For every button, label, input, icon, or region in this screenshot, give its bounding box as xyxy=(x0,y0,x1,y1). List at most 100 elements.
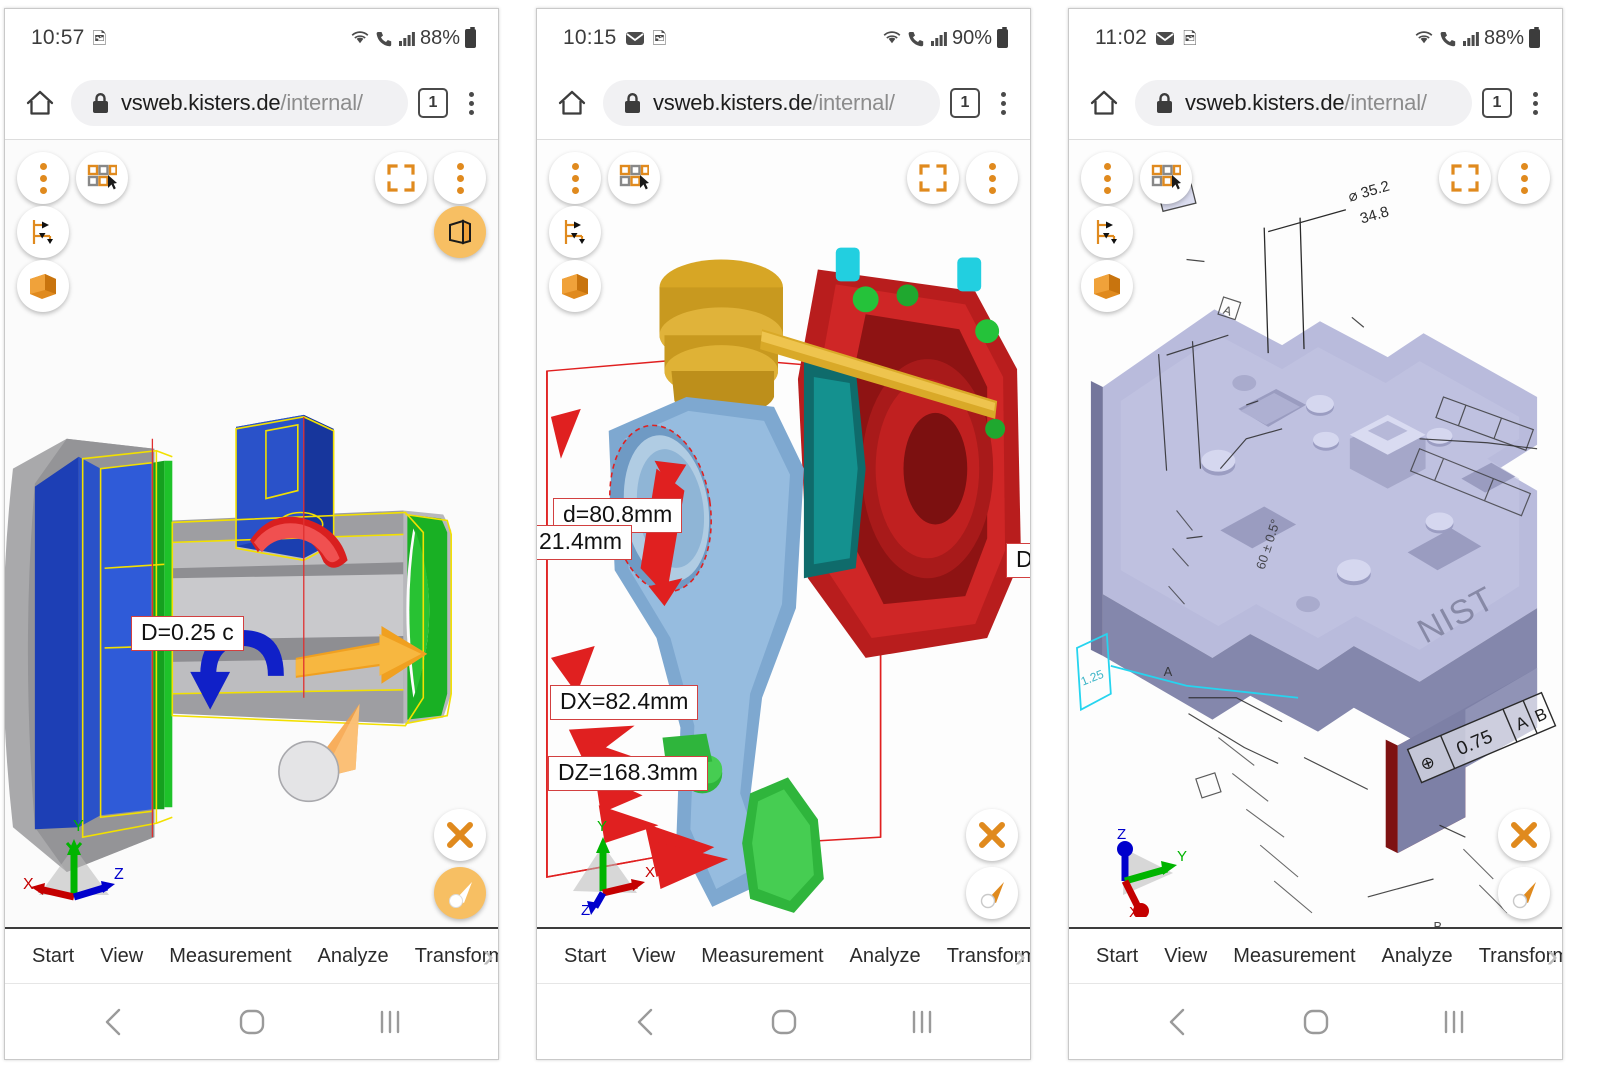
chevron-right-icon[interactable]: › xyxy=(1015,939,1026,973)
tab-counter-button[interactable]: 1 xyxy=(950,88,980,118)
fullscreen-button[interactable] xyxy=(907,152,959,204)
home-icon[interactable] xyxy=(1083,82,1125,124)
lock-icon xyxy=(1155,92,1174,115)
status-right-group: 88% xyxy=(1414,27,1540,50)
status-right-group: 88% xyxy=(350,27,476,50)
ribbon-tab-start[interactable]: Start xyxy=(551,945,619,968)
url-host: vsweb.kisters.de xyxy=(121,90,280,115)
image-icon: 🖻 xyxy=(93,30,107,47)
url-path: /internal/ xyxy=(280,90,362,115)
battery-percent: 88% xyxy=(1484,27,1524,50)
home-icon[interactable] xyxy=(551,82,593,124)
explode-tree-icon xyxy=(28,217,58,247)
pick-tool-button[interactable] xyxy=(966,867,1018,919)
back-chevron-icon[interactable] xyxy=(101,1007,127,1037)
address-bar[interactable]: vsweb.kisters.de/internal/ xyxy=(71,80,408,126)
section-plane-button[interactable] xyxy=(434,206,486,258)
home-circle-icon[interactable] xyxy=(1302,1008,1330,1036)
ribbon-tab-measurement[interactable]: Measurement xyxy=(688,945,836,968)
selection-mode-button[interactable] xyxy=(76,152,128,204)
ribbon-tab-start[interactable]: Start xyxy=(19,945,87,968)
back-chevron-icon[interactable] xyxy=(1165,1007,1191,1037)
viewer-more-button[interactable] xyxy=(966,152,1018,204)
ribbon-menu-2: Start View Measurement Analyze Transform… xyxy=(537,927,1030,983)
chevron-right-icon[interactable]: › xyxy=(483,939,494,973)
close-measurement-button[interactable] xyxy=(434,809,486,861)
back-chevron-icon[interactable] xyxy=(633,1007,659,1037)
axis-label-x: X xyxy=(23,876,34,893)
selection-mode-button[interactable] xyxy=(608,152,660,204)
axis-gizmo[interactable]: X Y Z xyxy=(19,817,129,917)
ribbon-tab-analyze[interactable]: Analyze xyxy=(1369,945,1466,968)
ribbon-tab-measurement[interactable]: Measurement xyxy=(1220,945,1368,968)
tab-counter-button[interactable]: 1 xyxy=(418,88,448,118)
recent-apps-icon[interactable] xyxy=(1441,1009,1467,1035)
close-measurement-button[interactable] xyxy=(1498,809,1550,861)
viewer-canvas-2[interactable]: d=80.8mm 21.4mm DX=82.4mm DZ=168.3mm D xyxy=(537,139,1030,927)
android-nav-bar-1 xyxy=(5,983,498,1059)
close-measurement-button[interactable] xyxy=(966,809,1018,861)
model-view-button[interactable] xyxy=(549,260,601,312)
explode-view-button[interactable] xyxy=(17,206,69,258)
pick-tool-button[interactable] xyxy=(1498,867,1550,919)
ribbon-tab-analyze[interactable]: Analyze xyxy=(837,945,934,968)
measurement-label: D xyxy=(1006,543,1030,578)
ribbon-tab-view[interactable]: View xyxy=(619,945,688,968)
viewer-menu-button[interactable] xyxy=(1081,152,1133,204)
address-bar[interactable]: vsweb.kisters.de/internal/ xyxy=(1135,80,1472,126)
fullscreen-expand-icon xyxy=(387,164,415,192)
ribbon-tab-view[interactable]: View xyxy=(87,945,156,968)
measurement-label: 21.4mm xyxy=(537,525,632,560)
model-view-button[interactable] xyxy=(17,260,69,312)
explode-view-button[interactable] xyxy=(549,206,601,258)
recent-apps-icon[interactable] xyxy=(377,1009,403,1035)
viewer-more-button[interactable] xyxy=(1498,152,1550,204)
ribbon-menu-1: Start View Measurement Analyze Transform… xyxy=(5,927,498,983)
viewer-canvas-1[interactable]: D=0.25 c xyxy=(5,139,498,927)
chevron-right-icon[interactable]: › xyxy=(1547,939,1558,973)
tab-counter-button[interactable]: 1 xyxy=(1482,88,1512,118)
status-clock: 10:57 xyxy=(31,26,85,50)
vertical-dots-icon xyxy=(40,163,47,194)
home-circle-icon[interactable] xyxy=(770,1008,798,1036)
axis-gizmo[interactable]: Z Y X xyxy=(1083,817,1193,917)
url-text: vsweb.kisters.de/internal/ xyxy=(121,90,363,116)
recent-apps-icon[interactable] xyxy=(909,1009,935,1035)
ribbon-tab-analyze[interactable]: Analyze xyxy=(305,945,402,968)
mail-icon xyxy=(625,31,645,46)
fullscreen-button[interactable] xyxy=(375,152,427,204)
status-right-group: 90% xyxy=(882,27,1008,50)
pick-tool-button[interactable] xyxy=(434,867,486,919)
url-path: /internal/ xyxy=(1344,90,1426,115)
url-text: vsweb.kisters.de/internal/ xyxy=(653,90,895,116)
url-text: vsweb.kisters.de/internal/ xyxy=(1185,90,1427,116)
kebab-menu-icon[interactable] xyxy=(1522,86,1548,120)
viewer-canvas-3[interactable]: NIST xyxy=(1069,139,1562,927)
home-circle-icon[interactable] xyxy=(238,1008,266,1036)
signal-icon xyxy=(399,31,415,46)
axis-gizmo[interactable]: Y X Z xyxy=(551,817,661,917)
viewer-more-button[interactable] xyxy=(434,152,486,204)
home-icon[interactable] xyxy=(19,82,61,124)
viewer-menu-button[interactable] xyxy=(549,152,601,204)
pointer-cone-icon xyxy=(1508,877,1540,909)
call-icon xyxy=(1439,30,1458,47)
battery-percent: 88% xyxy=(420,27,460,50)
fullscreen-button[interactable] xyxy=(1439,152,1491,204)
explode-tree-icon xyxy=(1092,217,1122,247)
ribbon-tab-start[interactable]: Start xyxy=(1083,945,1151,968)
ribbon-tab-view[interactable]: View xyxy=(1151,945,1220,968)
selection-mode-button[interactable] xyxy=(1140,152,1192,204)
explode-view-button[interactable] xyxy=(1081,206,1133,258)
viewer-menu-button[interactable] xyxy=(17,152,69,204)
datum-a2: A xyxy=(1164,664,1173,679)
ribbon-tab-measurement[interactable]: Measurement xyxy=(156,945,304,968)
model-view-button[interactable] xyxy=(1081,260,1133,312)
kebab-menu-icon[interactable] xyxy=(458,86,484,120)
android-nav-bar-3 xyxy=(1069,983,1562,1059)
address-bar[interactable]: vsweb.kisters.de/internal/ xyxy=(603,80,940,126)
axis-label-x: X xyxy=(645,864,655,881)
status-left-group: 10:57 🖻 xyxy=(31,26,106,50)
wifi-icon xyxy=(350,30,370,46)
kebab-menu-icon[interactable] xyxy=(990,86,1016,120)
